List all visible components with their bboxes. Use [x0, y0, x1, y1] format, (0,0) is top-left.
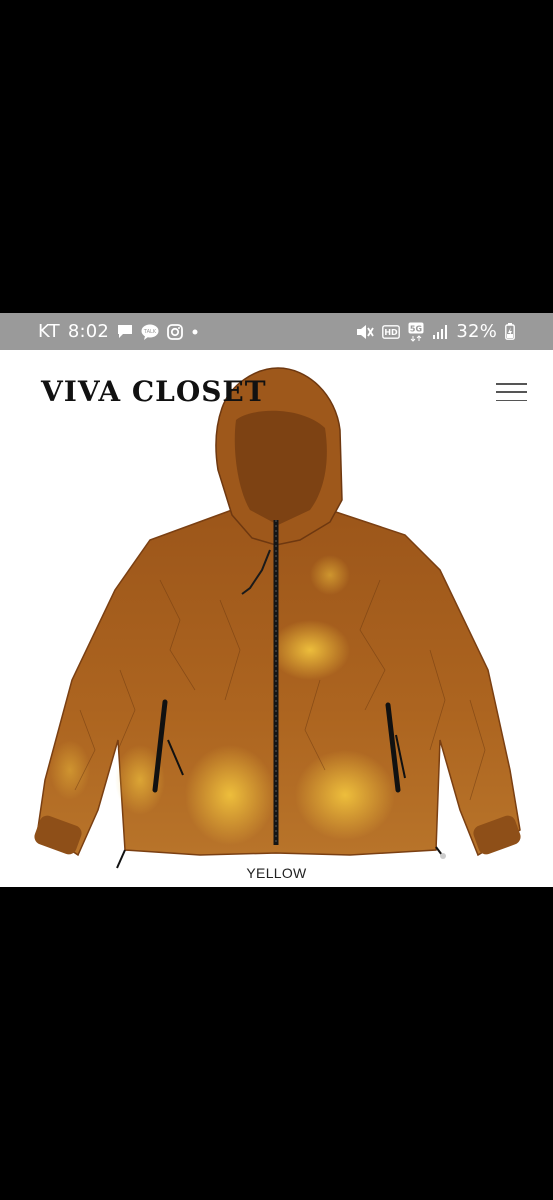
brand-logo[interactable]: VIVA CLOSET [41, 375, 267, 408]
menu-line [496, 391, 527, 393]
product-page: VIVA CLOSET YELLOW [0, 350, 553, 887]
signal-icon [432, 324, 448, 340]
instagram-icon [167, 323, 183, 340]
product-color-caption: YELLOW [246, 865, 307, 881]
chat-bubble-icon [117, 324, 133, 339]
status-left: KT 8:02 TALK [38, 321, 199, 342]
carrier-label: KT [38, 321, 60, 342]
mute-icon [356, 324, 375, 340]
battery-charging-icon [505, 323, 515, 340]
svg-text:5G: 5G [410, 324, 422, 333]
5g-icon: 5G [408, 322, 424, 342]
hd-icon: HD [382, 324, 401, 339]
clock: 8:02 [67, 321, 110, 342]
status-bar: KT 8:02 TALK HD 5G 32% [0, 313, 553, 350]
battery-percent: 32% [456, 321, 497, 342]
status-right: HD 5G 32% [356, 321, 515, 342]
dot-icon [191, 328, 199, 336]
phone-screen: KT 8:02 TALK HD 5G 32% VIVA CLOSET YELLO… [0, 0, 553, 1200]
jacket-body [37, 509, 521, 857]
menu-line [496, 399, 527, 401]
kakaotalk-icon: TALK [141, 324, 159, 340]
menu-line [496, 383, 527, 385]
svg-text:HD: HD [385, 328, 399, 337]
svg-text:TALK: TALK [143, 329, 157, 335]
product-image[interactable] [0, 350, 553, 887]
hamburger-menu-icon[interactable] [496, 383, 527, 401]
